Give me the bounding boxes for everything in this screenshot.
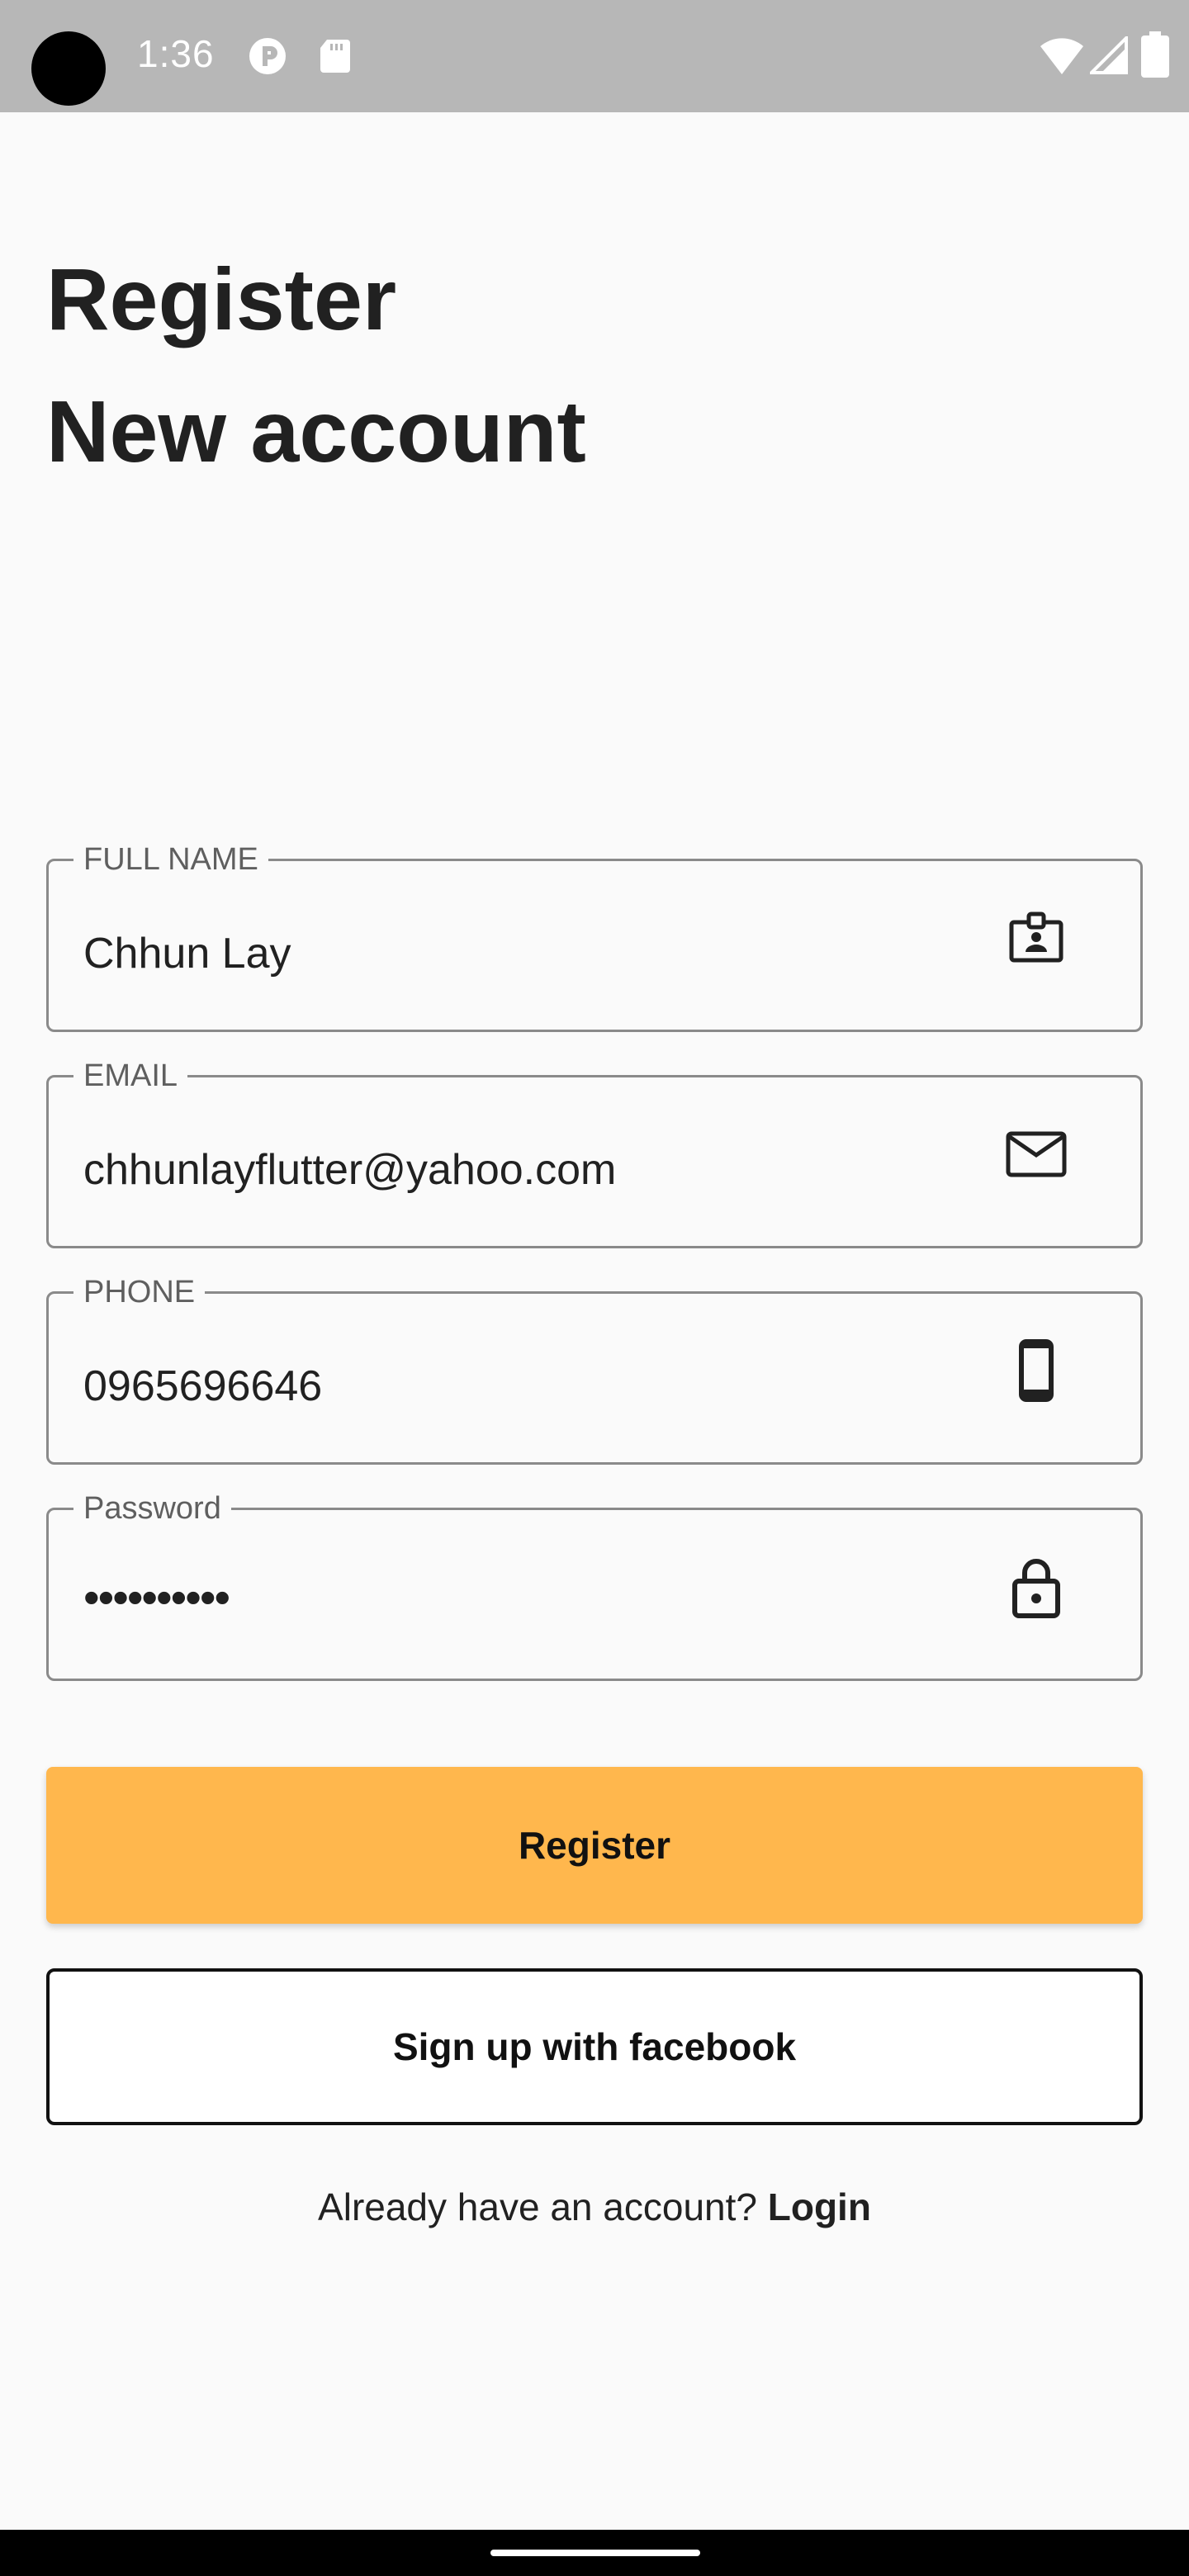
full-name-field[interactable]: FULL NAME Chhun Lay <box>46 840 1143 1032</box>
full-name-input[interactable]: Chhun Lay <box>83 927 291 980</box>
phone-field[interactable]: PHONE 0965696646 <box>46 1272 1143 1465</box>
signal-icon <box>1090 36 1128 74</box>
full-name-label: FULL NAME <box>73 840 268 879</box>
status-time: 1:36 <box>137 32 215 75</box>
email-input[interactable]: chhunlayflutter@yahoo.com <box>83 1144 616 1196</box>
email-label: EMAIL <box>73 1056 188 1096</box>
facebook-signup-button[interactable]: Sign up with facebook <box>46 1968 1143 2125</box>
password-field[interactable]: Password •••••••••• <box>46 1489 1143 1681</box>
phone-label: PHONE <box>73 1272 206 1312</box>
contact-card-icon <box>1009 912 1063 963</box>
status-bar: 1:36 <box>0 0 1189 112</box>
lock-icon <box>1012 1559 1060 1618</box>
navigation-bar <box>0 2530 1189 2576</box>
sd-card-icon <box>320 40 350 73</box>
login-prompt-text: Already have an account? <box>318 2185 757 2228</box>
camera-cutout <box>31 31 106 106</box>
page-subtitle: New account <box>46 383 586 481</box>
password-input[interactable]: •••••••••• <box>83 1571 230 1624</box>
notification-p-icon <box>249 38 286 74</box>
mail-icon <box>1006 1131 1067 1177</box>
register-button[interactable]: Register <box>46 1767 1143 1924</box>
phone-input[interactable]: 0965696646 <box>83 1360 322 1413</box>
password-label: Password <box>73 1489 231 1528</box>
login-link[interactable]: Login <box>768 2185 871 2228</box>
battery-icon <box>1141 31 1169 78</box>
page-title: Register <box>46 251 397 348</box>
wifi-icon <box>1040 38 1083 74</box>
email-field[interactable]: EMAIL chhunlayflutter@yahoo.com <box>46 1056 1143 1248</box>
home-gesture-handle[interactable] <box>490 2550 700 2556</box>
phone-icon <box>1019 1339 1054 1402</box>
login-prompt: Already have an account? Login <box>0 2185 1189 2229</box>
